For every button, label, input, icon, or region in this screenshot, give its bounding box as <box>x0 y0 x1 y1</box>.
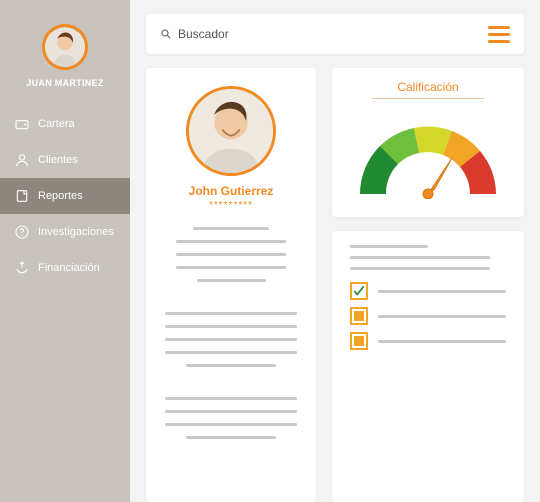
gauge-icon <box>348 109 508 199</box>
topbar: Buscador <box>146 14 524 54</box>
sidebar-item-label: Reportes <box>38 190 83 202</box>
main-area: Buscador John Gutierr <box>130 0 540 502</box>
sidebar-item-reportes[interactable]: Reportes <box>0 178 130 214</box>
person-icon <box>14 152 30 168</box>
sidebar-item-cartera[interactable]: Cartera <box>0 106 130 142</box>
right-column: Calificación <box>332 68 524 502</box>
avatar-icon <box>189 89 273 173</box>
sidebar-item-financiacion[interactable]: Financiación <box>0 250 130 286</box>
user-avatar[interactable] <box>42 24 88 70</box>
wallet-icon <box>14 116 30 132</box>
search-icon <box>160 28 172 40</box>
finance-icon <box>14 260 30 276</box>
hamburger-icon <box>488 26 510 29</box>
client-rating-stars: ********* <box>209 200 253 211</box>
sidebar: JUAN MARTINEZ Cartera Clientes Reportes … <box>0 0 130 502</box>
placeholder-lines <box>350 245 506 270</box>
placeholder-lines <box>162 227 300 439</box>
reports-icon <box>14 188 30 204</box>
sidebar-item-clientes[interactable]: Clientes <box>0 142 130 178</box>
checkbox-checked-icon <box>350 282 368 300</box>
client-name: John Gutierrez <box>189 184 274 198</box>
search-placeholder: Buscador <box>178 27 229 41</box>
avatar-icon <box>45 27 85 67</box>
client-avatar[interactable] <box>186 86 276 176</box>
sidebar-nav: Cartera Clientes Reportes Investigacione… <box>0 106 130 286</box>
checkbox-filled-icon <box>350 307 368 325</box>
checkbox-filled-icon <box>350 332 368 350</box>
sidebar-item-label: Investigaciones <box>38 226 114 238</box>
checklist-item[interactable] <box>350 307 506 325</box>
sidebar-item-label: Financiación <box>38 262 100 274</box>
content: John Gutierrez ********* <box>146 68 524 502</box>
client-card: John Gutierrez ********* <box>146 68 316 502</box>
help-icon <box>14 224 30 240</box>
sidebar-item-label: Clientes <box>38 154 78 166</box>
checklist-card <box>332 231 524 502</box>
score-card: Calificación <box>332 68 524 217</box>
score-title: Calificación <box>348 80 508 98</box>
user-name: JUAN MARTINEZ <box>26 78 103 88</box>
sidebar-item-investigaciones[interactable]: Investigaciones <box>0 214 130 250</box>
checklist-item[interactable] <box>350 282 506 300</box>
sidebar-item-label: Cartera <box>38 118 75 130</box>
user-avatar-block: JUAN MARTINEZ <box>0 24 130 88</box>
checklist-item[interactable] <box>350 332 506 350</box>
search-input[interactable]: Buscador <box>160 27 229 41</box>
menu-button[interactable] <box>488 26 510 43</box>
